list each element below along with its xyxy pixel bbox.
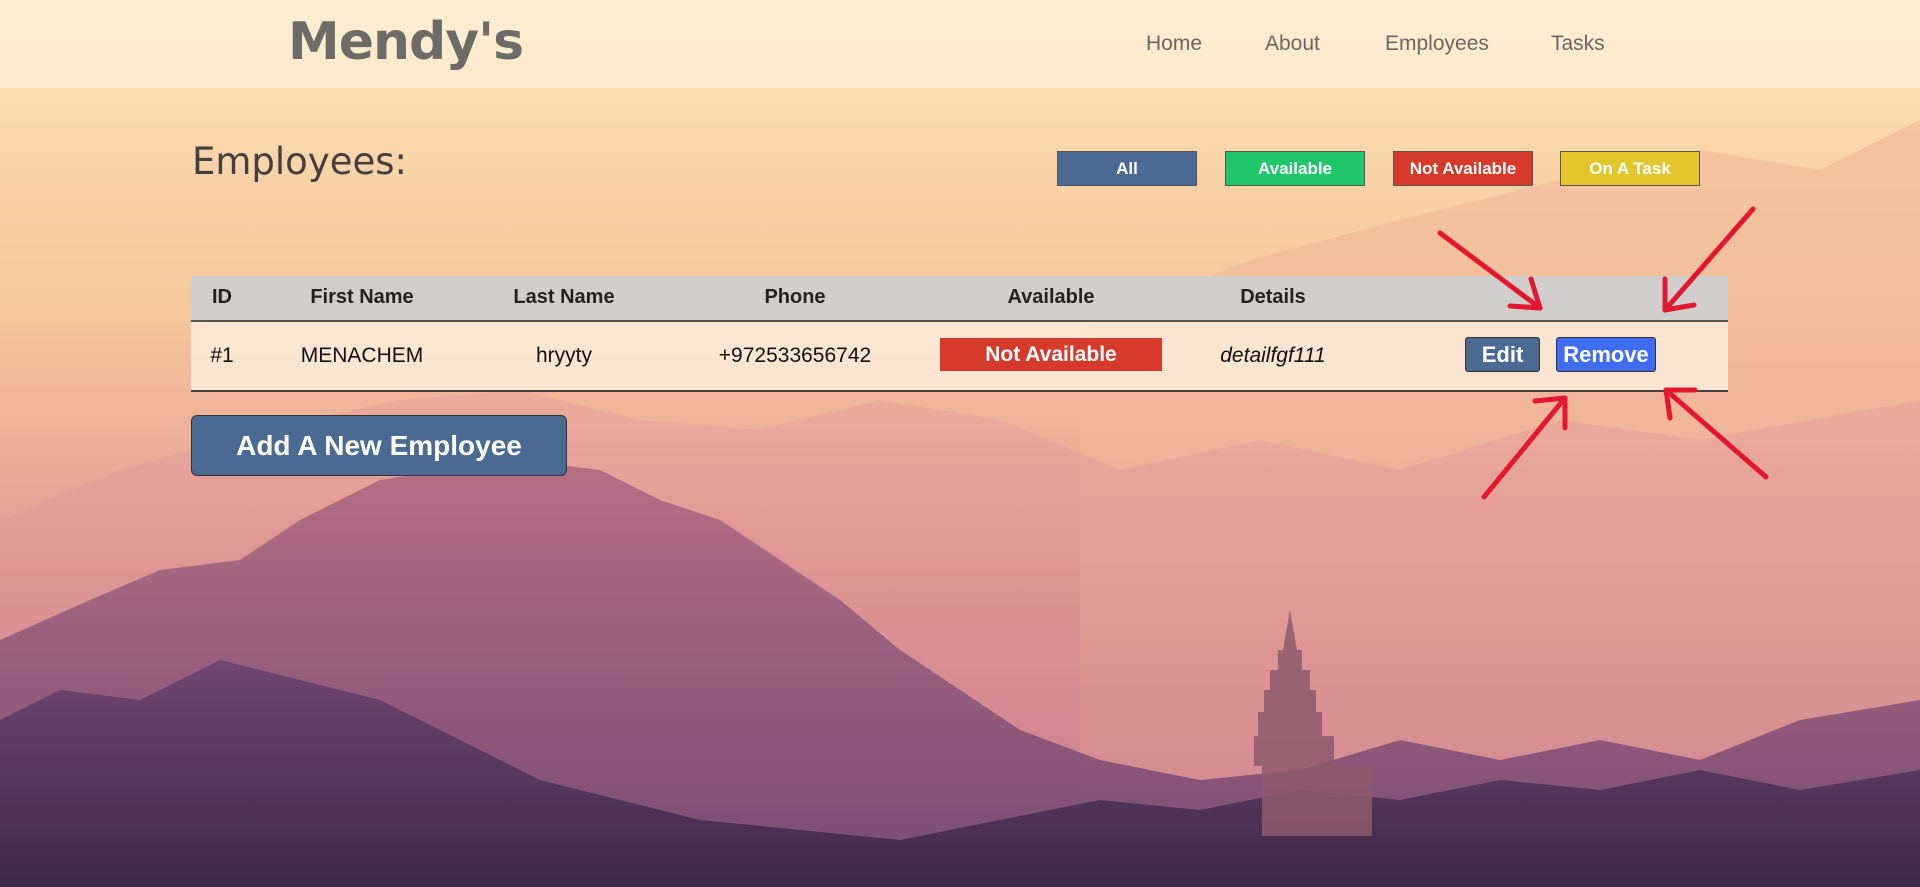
column-header-details: Details xyxy=(1240,286,1306,308)
filter-available-button[interactable]: Available xyxy=(1225,151,1365,186)
employees-table: ID First Name Last Name Phone Available … xyxy=(191,276,1728,392)
table-row: #1 MENACHEM hryyty +972533656742 Not Ava… xyxy=(191,322,1728,392)
status-badge-not-available: Not Available xyxy=(940,338,1162,371)
table-header-row: ID First Name Last Name Phone Available … xyxy=(191,276,1728,322)
page-title: Employees: xyxy=(192,140,407,183)
column-header-available: Available xyxy=(1007,286,1095,308)
cell-details: detailfgf111 xyxy=(1220,344,1326,367)
column-header-id: ID xyxy=(212,286,232,308)
column-header-first-name: First Name xyxy=(310,286,414,308)
filter-on-a-task-button[interactable]: On A Task xyxy=(1560,151,1700,186)
column-header-last-name: Last Name xyxy=(513,286,615,308)
cell-last-name: hryyty xyxy=(535,344,593,367)
add-new-employee-button[interactable]: Add A New Employee xyxy=(191,415,567,476)
cell-phone: +972533656742 xyxy=(718,344,872,367)
cell-id: #1 xyxy=(210,344,234,367)
remove-button[interactable]: Remove xyxy=(1556,337,1656,372)
cell-first-name: MENACHEM xyxy=(300,344,424,367)
filter-not-available-button[interactable]: Not Available xyxy=(1393,151,1533,186)
edit-button[interactable]: Edit xyxy=(1465,337,1540,372)
filter-all-button[interactable]: All xyxy=(1057,151,1197,186)
main-content: Employees: All Available Not Available O… xyxy=(0,0,1920,887)
column-header-phone: Phone xyxy=(764,286,826,308)
